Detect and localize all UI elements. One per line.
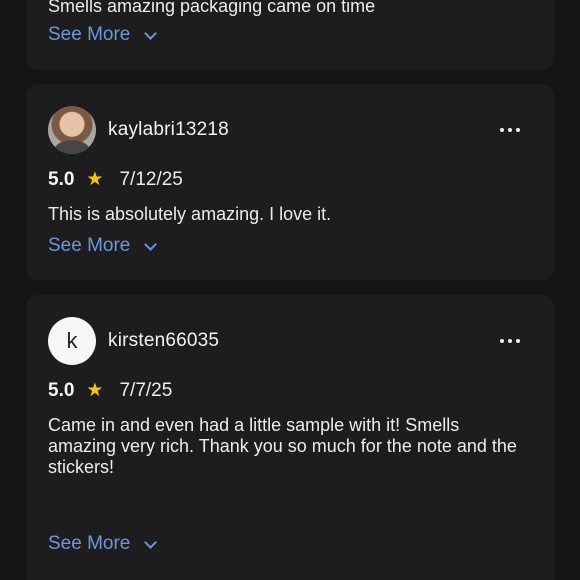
star-icon: ★ [86,380,104,401]
username[interactable]: kirsten66035 [108,330,219,352]
avatar-letter: k [66,328,78,353]
review-text: This is absolutely amazing. I love it. [48,204,332,224]
review-date: 7/12/25 [119,168,183,190]
review-header: kaylabri13218 [48,106,532,154]
review-date: 7/7/25 [119,379,173,401]
see-more-button[interactable]: See More [48,235,156,257]
more-options-button[interactable] [500,329,532,353]
more-horizontal-icon [500,128,504,132]
review-card: k kirsten66035 5.0 ★ 7/7/25 Came in and … [26,295,554,580]
more-horizontal-icon [508,128,512,132]
review-text: Came in and even had a little sample wit… [48,415,517,477]
review-card: kaylabri13218 5.0 ★ 7/12/25 This is abso… [26,84,554,280]
see-more-label: See More [48,235,131,256]
chevron-down-icon [144,240,156,252]
see-more-button[interactable]: See More [48,24,156,46]
username[interactable]: kaylabri13218 [108,119,229,141]
more-horizontal-icon [516,339,520,343]
more-horizontal-icon [516,128,520,132]
chevron-down-icon [144,29,156,41]
avatar[interactable] [48,106,96,154]
avatar[interactable]: k [48,317,96,365]
rating-row: 5.0 ★ 7/12/25 [48,168,183,191]
chevron-down-icon [144,538,156,550]
review-header: k kirsten66035 [48,317,532,365]
star-icon: ★ [86,169,104,190]
see-more-label: See More [48,533,131,554]
see-more-button[interactable]: See More [48,533,156,555]
more-options-button[interactable] [500,118,532,142]
review-card: Smells amazing packaging came on time Se… [26,0,554,70]
more-horizontal-icon [508,339,512,343]
see-more-label: See More [48,24,131,45]
more-horizontal-icon [500,339,504,343]
rating-row: 5.0 ★ 7/7/25 [48,379,172,402]
review-text: Smells amazing packaging came on time [48,0,376,16]
rating-value: 5.0 [48,168,75,190]
rating-value: 5.0 [48,379,75,401]
reviews-screen: Smells amazing packaging came on time Se… [0,0,580,580]
